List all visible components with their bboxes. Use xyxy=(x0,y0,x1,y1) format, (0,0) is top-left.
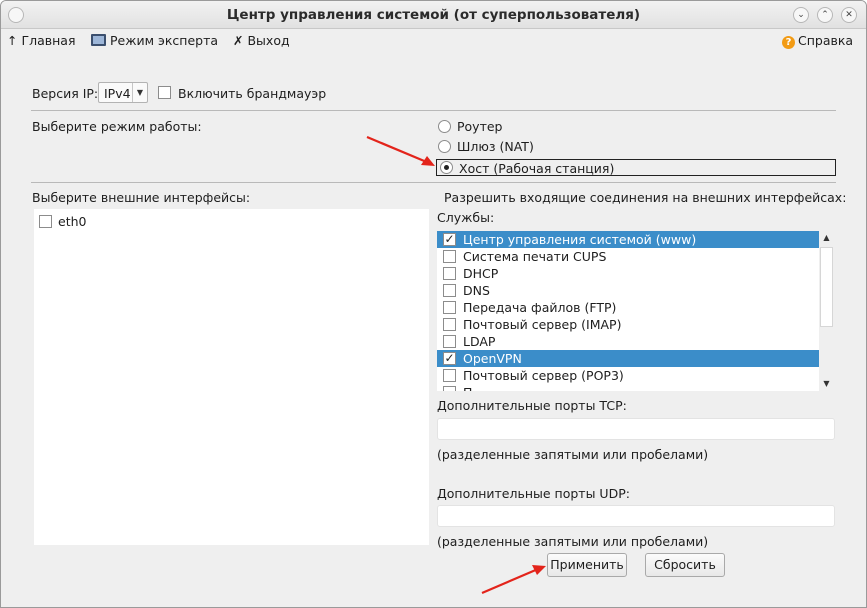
interface-name[interactable]: eth0 xyxy=(58,214,86,229)
service-checkbox[interactable] xyxy=(443,284,456,297)
service-row[interactable]: DHCP xyxy=(437,265,820,282)
service-checkbox[interactable] xyxy=(443,369,456,382)
arrow-up-icon: ↑ xyxy=(7,33,18,48)
service-name: П xyxy=(463,385,472,391)
chevron-down-icon[interactable]: ▼ xyxy=(132,83,147,102)
service-row[interactable]: LDAP xyxy=(437,333,820,350)
interfaces-label: Выберите внешние интерфейсы: xyxy=(32,190,251,205)
mode-radio-host[interactable] xyxy=(440,161,453,174)
service-row[interactable]: ✓ OpenVPN xyxy=(437,350,820,367)
ip-version-value: IPv4 xyxy=(104,86,131,101)
expert-mode-label: Режим эксперта xyxy=(110,33,219,48)
scrollbar-thumb[interactable] xyxy=(820,247,833,327)
window-title: Центр управления системой (от суперпольз… xyxy=(226,7,641,23)
mode-option-router[interactable]: Роутер xyxy=(457,119,503,134)
services-scrollbar[interactable]: ▲ ▼ xyxy=(819,231,834,391)
tcp-ports-label: Дополнительные порты TCP: xyxy=(437,398,627,413)
service-name: Почтовый сервер (IMAP) xyxy=(463,317,622,332)
service-checkbox[interactable]: ✓ xyxy=(443,233,456,246)
expert-mode-button[interactable]: Режим эксперта xyxy=(91,33,218,48)
interface-checkbox[interactable] xyxy=(39,215,52,228)
service-checkbox[interactable] xyxy=(443,318,456,331)
apply-button[interactable]: Применить xyxy=(547,553,627,577)
home-button[interactable]: ↑ Главная xyxy=(7,33,75,48)
divider xyxy=(31,110,836,111)
dialog-window: Центр управления системой (от суперпольз… xyxy=(0,0,867,608)
exit-icon: ✗ xyxy=(233,33,244,48)
service-row[interactable]: Почтовый сервер (POP3) xyxy=(437,367,820,384)
incoming-label: Разрешить входящие соединения на внешних… xyxy=(444,190,847,205)
title-bar[interactable]: Центр управления системой (от суперпольз… xyxy=(1,1,866,29)
service-checkbox[interactable] xyxy=(443,267,456,280)
minimize-button[interactable]: ⌄ xyxy=(793,7,809,23)
help-label: Справка xyxy=(798,33,854,48)
mode-label: Выберите режим работы: xyxy=(32,119,202,134)
mode-option-gateway[interactable]: Шлюз (NAT) xyxy=(457,139,534,154)
service-checkbox[interactable]: ✓ xyxy=(443,352,456,365)
scroll-up-icon[interactable]: ▲ xyxy=(819,231,834,245)
udp-ports-hint: (разделенные запятыми или пробелами) xyxy=(437,534,709,549)
service-name: OpenVPN xyxy=(463,351,522,366)
exit-label: Выход xyxy=(247,33,290,48)
service-checkbox[interactable] xyxy=(443,250,456,263)
service-row[interactable]: Почтовый сервер (IMAP) xyxy=(437,316,820,333)
monitor-icon xyxy=(91,34,106,46)
ip-version-label: Версия IP: xyxy=(32,86,99,101)
service-name: DHCP xyxy=(463,266,499,281)
service-row[interactable]: Система печати CUPS xyxy=(437,248,820,265)
close-button[interactable]: ✕ xyxy=(841,7,857,23)
scroll-down-icon[interactable]: ▼ xyxy=(819,377,834,391)
services-list[interactable]: ✓ Центр управления системой (www) Система … xyxy=(437,231,834,391)
ip-version-select[interactable]: IPv4 ▼ xyxy=(98,82,148,103)
exit-button[interactable]: ✗ Выход xyxy=(233,33,290,48)
service-name: Центр управления системой (www) xyxy=(463,232,697,247)
service-checkbox[interactable] xyxy=(443,301,456,314)
tcp-ports-input[interactable] xyxy=(437,418,835,440)
service-name: Почтовый сервер (POP3) xyxy=(463,368,624,383)
services-label: Службы: xyxy=(437,210,495,225)
udp-ports-input[interactable] xyxy=(437,505,835,527)
interfaces-list[interactable]: eth0 xyxy=(34,209,429,545)
tcp-ports-hint: (разделенные запятыми или пробелами) xyxy=(437,447,709,462)
service-name: Передача файлов (FTP) xyxy=(463,300,617,315)
maximize-button[interactable]: ⌃ xyxy=(817,7,833,23)
annotation-arrow-host xyxy=(366,135,435,166)
home-label: Главная xyxy=(21,33,76,48)
service-row[interactable]: ✓ Центр управления системой (www) xyxy=(437,231,820,248)
service-name: Система печати CUPS xyxy=(463,249,607,264)
firewall-checkbox[interactable] xyxy=(158,86,171,99)
mode-option-host[interactable]: Хост (Рабочая станция) xyxy=(459,161,614,176)
toolbar: ↑ Главная Режим эксперта ✗ Выход ? Справка xyxy=(1,29,866,53)
divider xyxy=(31,182,836,183)
reset-button[interactable]: Сбросить xyxy=(645,553,725,577)
help-button[interactable]: ? Справка xyxy=(782,33,853,49)
service-name: DNS xyxy=(463,283,490,298)
firewall-label[interactable]: Включить брандмауэр xyxy=(178,86,326,101)
service-checkbox[interactable] xyxy=(443,386,456,391)
service-row[interactable]: П xyxy=(437,384,820,391)
service-row[interactable]: DNS xyxy=(437,282,820,299)
udp-ports-label: Дополнительные порты UDP: xyxy=(437,486,630,501)
annotation-arrow-apply xyxy=(481,565,546,595)
help-icon: ? xyxy=(782,36,795,49)
service-checkbox[interactable] xyxy=(443,335,456,348)
service-name: LDAP xyxy=(463,334,496,349)
service-row[interactable]: Передача файлов (FTP) xyxy=(437,299,820,316)
